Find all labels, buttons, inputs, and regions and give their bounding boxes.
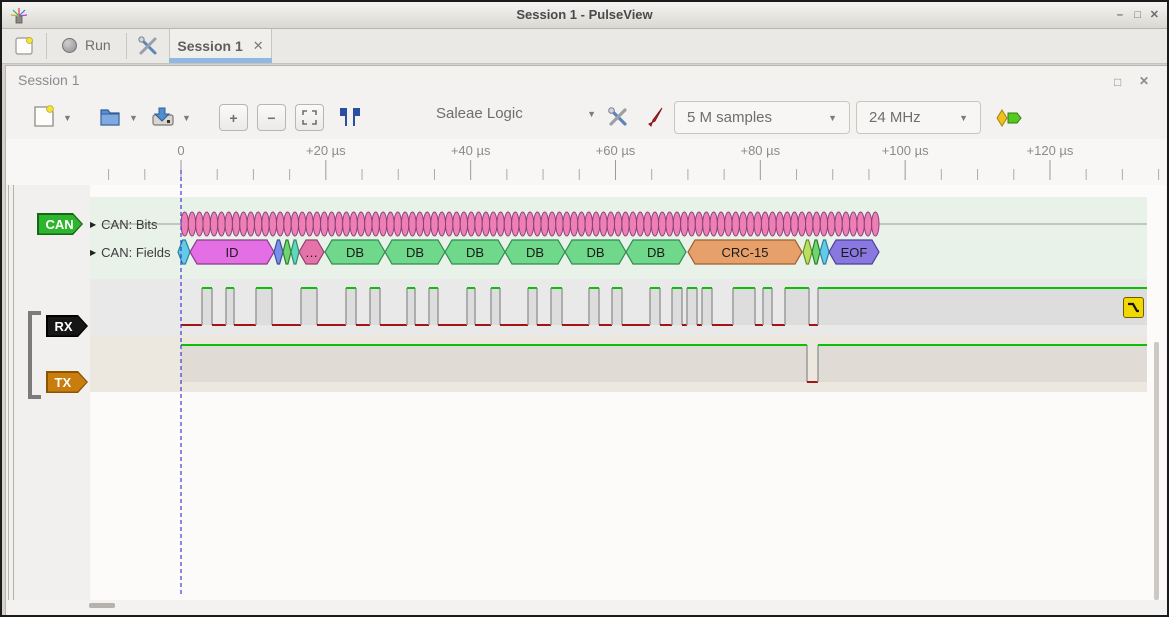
horizontal-scrollbar[interactable] bbox=[89, 603, 115, 608]
decoder-icon bbox=[994, 107, 1022, 129]
window-title: Session 1 - PulseView bbox=[2, 2, 1167, 28]
rx-row-background bbox=[90, 279, 1147, 335]
new-session-button[interactable] bbox=[10, 32, 38, 59]
decoder-tag-can[interactable]: CAN bbox=[37, 213, 83, 235]
decoder-row-background bbox=[90, 197, 1147, 279]
channel-group-bracket bbox=[28, 311, 41, 399]
expand-icon[interactable]: ▶ bbox=[90, 220, 96, 229]
cursor-flags-icon bbox=[337, 105, 363, 129]
device-select[interactable]: Saleae Logic ▼ bbox=[436, 105, 596, 122]
zoom-out-button[interactable]: − bbox=[257, 104, 286, 131]
device-name: Saleae Logic bbox=[436, 105, 523, 122]
vertical-scrollbar[interactable] bbox=[1154, 342, 1159, 600]
decoder-row-bits[interactable]: ▶ CAN: Bits bbox=[90, 216, 158, 232]
falling-edge-icon bbox=[1126, 300, 1141, 315]
open-dropdown-icon[interactable]: ▼ bbox=[129, 113, 138, 123]
device-dropdown-icon: ▼ bbox=[587, 109, 596, 119]
new-file-icon bbox=[33, 104, 55, 128]
configure-device-button[interactable] bbox=[604, 103, 632, 131]
titlebar[interactable]: Session 1 - PulseView – □ ✕ bbox=[2, 2, 1167, 29]
tab-close-icon[interactable]: ✕ bbox=[253, 38, 264, 54]
zoom-fit-button[interactable] bbox=[295, 104, 324, 131]
sample-rate-select[interactable]: 24 MHz ▼ bbox=[856, 101, 981, 134]
decoder-row-fields-label: CAN: Fields bbox=[101, 245, 170, 260]
tools-icon bbox=[137, 35, 159, 57]
run-state-icon bbox=[62, 38, 77, 53]
run-button-label: Run bbox=[85, 37, 111, 53]
new-session-icon bbox=[15, 36, 34, 56]
new-file-button[interactable] bbox=[30, 102, 58, 130]
sample-rate-value: 24 MHz bbox=[869, 109, 921, 126]
toolbar-separator bbox=[126, 33, 127, 59]
app-logo-icon bbox=[10, 6, 28, 24]
channels-button[interactable] bbox=[639, 103, 667, 131]
time-ruler[interactable] bbox=[6, 139, 1166, 185]
subwindow-close-button[interactable]: ✕ bbox=[1139, 74, 1149, 88]
channel-tag-tx[interactable]: TX bbox=[46, 371, 88, 393]
toolbar-separator bbox=[46, 33, 47, 59]
zoom-in-button[interactable]: + bbox=[219, 104, 248, 131]
app-window: 0+20 µs+40 µs+60 µs+80 µs+100 µs+120 µsI… bbox=[0, 0, 1169, 617]
sample-rate-dropdown-icon: ▼ bbox=[959, 113, 968, 123]
maximize-button[interactable]: □ bbox=[1134, 2, 1141, 28]
decoder-tag-label: CAN bbox=[39, 215, 82, 234]
tab-label: Session 1 bbox=[177, 38, 242, 54]
subwindow-float-button[interactable]: □ bbox=[1114, 75, 1121, 89]
save-button[interactable] bbox=[149, 102, 177, 130]
sample-count-select[interactable]: 5 M samples ▼ bbox=[674, 101, 850, 134]
probe-icon bbox=[641, 105, 665, 129]
zoom-fit-icon bbox=[302, 110, 317, 125]
open-folder-icon bbox=[98, 104, 122, 128]
main-toolbar: Run Session 1 ✕ bbox=[2, 29, 1167, 64]
save-icon bbox=[151, 104, 175, 128]
save-dropdown-icon[interactable]: ▼ bbox=[182, 113, 191, 123]
sample-count-dropdown-icon: ▼ bbox=[828, 113, 837, 123]
channel-tag-rx[interactable]: RX bbox=[46, 315, 88, 337]
wrench-screwdriver-icon bbox=[606, 105, 630, 129]
decoder-row-fields[interactable]: ▶ CAN: Fields bbox=[90, 244, 171, 260]
new-file-dropdown-icon[interactable]: ▼ bbox=[63, 113, 72, 123]
show-cursors-button[interactable] bbox=[336, 103, 364, 131]
tx-row-background bbox=[90, 335, 1147, 392]
add-decoder-button[interactable] bbox=[994, 104, 1022, 132]
expand-icon[interactable]: ▶ bbox=[90, 248, 96, 257]
dock-resize-handle[interactable] bbox=[8, 185, 14, 600]
close-button[interactable]: ✕ bbox=[1150, 2, 1159, 28]
active-tab-indicator bbox=[169, 58, 272, 63]
decoder-row-bits-label: CAN: Bits bbox=[101, 217, 157, 232]
trigger-marker-button[interactable] bbox=[1123, 297, 1144, 318]
subwindow-title: Session 1 bbox=[18, 72, 79, 88]
minimize-button[interactable]: – bbox=[1117, 2, 1123, 28]
open-button[interactable] bbox=[96, 102, 124, 130]
run-button[interactable]: Run bbox=[62, 37, 111, 53]
sample-count-value: 5 M samples bbox=[687, 109, 772, 126]
settings-button[interactable] bbox=[134, 33, 162, 59]
